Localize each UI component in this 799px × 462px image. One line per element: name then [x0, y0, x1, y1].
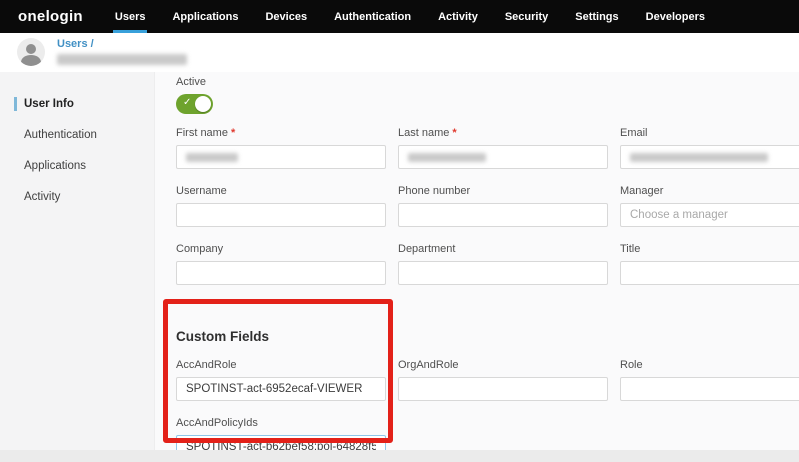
- sidebar: User Info Authentication Applications Ac…: [0, 72, 155, 450]
- field-company: Company: [176, 243, 386, 285]
- sidebar-item-applications[interactable]: Applications: [0, 154, 154, 178]
- breadcrumb-users-link[interactable]: Users /: [57, 38, 94, 50]
- custom-fields-row-1: AccAndRole OrgAndRole Role: [176, 359, 799, 401]
- user-avatar-icon: [17, 38, 45, 66]
- custom-fields-row-2: AccAndPolicyIds: [176, 417, 799, 450]
- field-org-and-role: OrgAndRole: [398, 359, 608, 401]
- field-acc-and-policy-ids: AccAndPolicyIds: [176, 417, 386, 450]
- breadcrumb-bar: Users /: [0, 33, 799, 72]
- form-row-2: Username Phone number Manager: [176, 185, 799, 227]
- redacted-first-name-value: [186, 153, 238, 162]
- org-and-role-input[interactable]: [398, 377, 608, 401]
- redacted-email-value: [630, 153, 768, 162]
- field-title: Title: [620, 243, 799, 285]
- field-username: Username: [176, 185, 386, 227]
- title-input[interactable]: [620, 261, 799, 285]
- nav-item-activity[interactable]: Activity: [436, 0, 480, 33]
- email-label: Email: [620, 127, 799, 139]
- nav-item-users[interactable]: Users: [113, 0, 148, 33]
- username-label: Username: [176, 185, 386, 197]
- field-role: Role: [620, 359, 799, 401]
- nav-menu: Users Applications Devices Authenticatio…: [113, 0, 707, 33]
- custom-fields-heading: Custom Fields: [176, 329, 799, 344]
- phone-number-input[interactable]: [398, 203, 608, 227]
- redacted-user-name: [57, 54, 187, 65]
- top-nav: onelogin Users Applications Devices Auth…: [0, 0, 799, 33]
- active-label: Active: [176, 76, 799, 88]
- role-label: Role: [620, 359, 799, 371]
- department-label: Department: [398, 243, 608, 255]
- field-email: Email: [620, 127, 799, 169]
- sidebar-item-activity[interactable]: Activity: [0, 185, 154, 209]
- field-last-name: Last name*: [398, 127, 608, 169]
- nav-item-settings[interactable]: Settings: [573, 0, 620, 33]
- last-name-label: Last name*: [398, 127, 608, 139]
- field-acc-and-role: AccAndRole: [176, 359, 386, 401]
- sidebar-item-authentication[interactable]: Authentication: [0, 123, 154, 147]
- field-department: Department: [398, 243, 608, 285]
- form-row-3: Company Department Title: [176, 243, 799, 285]
- sidebar-item-user-info[interactable]: User Info: [0, 92, 154, 116]
- toggle-knob: [195, 96, 211, 112]
- user-info-form: Active ✓ First name* Last name*: [155, 72, 799, 450]
- nav-item-applications[interactable]: Applications: [170, 0, 240, 33]
- required-asterisk: *: [231, 127, 235, 139]
- nav-item-security[interactable]: Security: [503, 0, 550, 33]
- nav-item-devices[interactable]: Devices: [263, 0, 309, 33]
- field-first-name: First name*: [176, 127, 386, 169]
- required-asterisk: *: [452, 127, 456, 139]
- manager-input[interactable]: [620, 203, 799, 227]
- acc-and-policy-ids-input[interactable]: [176, 435, 386, 450]
- phone-number-label: Phone number: [398, 185, 608, 197]
- org-and-role-label: OrgAndRole: [398, 359, 608, 371]
- page: onelogin Users Applications Devices Auth…: [0, 0, 799, 462]
- form-row-1: First name* Last name* Email: [176, 127, 799, 169]
- company-input[interactable]: [176, 261, 386, 285]
- acc-and-role-input[interactable]: [176, 377, 386, 401]
- onelogin-logo[interactable]: onelogin: [18, 0, 83, 33]
- first-name-label: First name*: [176, 127, 386, 139]
- username-input[interactable]: [176, 203, 386, 227]
- department-input[interactable]: [398, 261, 608, 285]
- company-label: Company: [176, 243, 386, 255]
- nav-item-developers[interactable]: Developers: [644, 0, 707, 33]
- field-manager: Manager: [620, 185, 799, 227]
- acc-and-role-label: AccAndRole: [176, 359, 386, 371]
- manager-label: Manager: [620, 185, 799, 197]
- active-toggle[interactable]: ✓: [176, 94, 213, 114]
- bottom-strip: [0, 450, 799, 462]
- acc-and-policy-ids-label: AccAndPolicyIds: [176, 417, 386, 429]
- title-label: Title: [620, 243, 799, 255]
- nav-item-authentication[interactable]: Authentication: [332, 0, 413, 33]
- check-icon: ✓: [183, 97, 191, 108]
- field-phone-number: Phone number: [398, 185, 608, 227]
- redacted-last-name-value: [408, 153, 486, 162]
- role-input[interactable]: [620, 377, 799, 401]
